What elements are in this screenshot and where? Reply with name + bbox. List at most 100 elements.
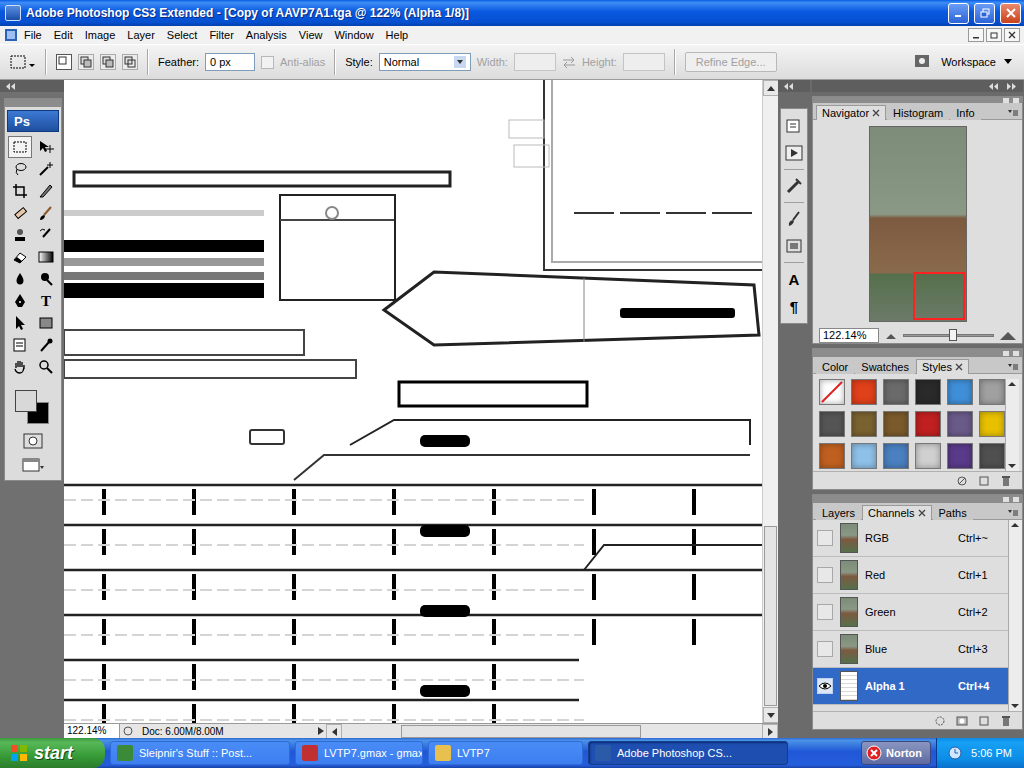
load-selection-icon[interactable] (934, 715, 946, 727)
panel-menu-icon[interactable] (1008, 363, 1018, 371)
visibility-toggle[interactable] (817, 678, 833, 694)
panel-tab[interactable]: Paths (933, 505, 973, 520)
paragraph-button[interactable]: ¶ (783, 295, 805, 317)
selection-mode-button[interactable] (78, 54, 94, 70)
menu-item[interactable]: File (18, 27, 48, 43)
selection-mode-button[interactable] (100, 54, 116, 70)
close-icon[interactable] (918, 509, 926, 517)
character-button[interactable]: A (783, 268, 805, 290)
dock-collapse-strip[interactable] (778, 80, 810, 92)
screen-mode-button[interactable] (22, 456, 44, 474)
move-tool[interactable] (34, 136, 58, 158)
view-box[interactable] (913, 272, 965, 320)
eraser-tool[interactable] (8, 246, 32, 268)
menu-item[interactable]: Layer (121, 27, 161, 43)
menu-item[interactable]: Select (161, 27, 204, 43)
close-icon[interactable] (872, 109, 880, 117)
channel-row[interactable]: Alpha 1Ctrl+4 (813, 668, 1008, 705)
brushes-button[interactable] (783, 208, 805, 230)
zoom-slider[interactable] (903, 334, 994, 337)
type-tool[interactable]: T (34, 290, 58, 312)
menu-item[interactable]: Filter (203, 27, 239, 43)
heal-tool[interactable] (8, 202, 32, 224)
save-selection-icon[interactable] (956, 715, 968, 727)
channel-row[interactable]: BlueCtrl+3 (813, 631, 1008, 668)
history-button[interactable] (783, 115, 805, 137)
new-style-icon[interactable] (978, 475, 990, 487)
channel-row[interactable]: RGBCtrl+~ (813, 520, 1008, 557)
style-swatch[interactable] (979, 379, 1005, 405)
close-button[interactable] (1013, 98, 1019, 103)
brush-tool[interactable] (34, 202, 58, 224)
style-swatch[interactable] (947, 443, 973, 469)
menu-item[interactable]: Window (328, 27, 379, 43)
close-button[interactable] (1013, 497, 1019, 502)
dodge-tool[interactable] (34, 268, 58, 290)
close-button[interactable] (1013, 351, 1019, 356)
taskbar-item[interactable]: LVTP7.gmax - gmax (295, 741, 423, 765)
menu-item[interactable]: View (293, 27, 329, 43)
channel-row[interactable]: GreenCtrl+2 (813, 594, 1008, 631)
style-swatch[interactable] (883, 411, 909, 437)
tool-presets-button[interactable] (783, 175, 805, 197)
restore-button[interactable] (974, 3, 995, 24)
style-swatch[interactable] (915, 379, 941, 405)
zoom-field[interactable]: 122.14% (64, 724, 120, 738)
zoom-tool[interactable] (34, 356, 58, 378)
scroll-up-button[interactable] (763, 80, 779, 96)
marquee-tool[interactable] (8, 136, 32, 158)
horizontal-scrollbar[interactable] (326, 724, 778, 739)
shape-tool[interactable] (34, 312, 58, 334)
canvas[interactable] (64, 80, 762, 723)
panel-header[interactable] (813, 495, 1022, 503)
quick-mask-button[interactable] (22, 432, 44, 450)
vertical-scrollbar[interactable] (762, 80, 778, 723)
panel-header[interactable] (813, 349, 1022, 357)
visibility-toggle[interactable] (817, 604, 833, 620)
styles-scrollbar[interactable] (1005, 379, 1019, 471)
style-swatch[interactable] (947, 379, 973, 405)
navigator-zoom[interactable]: 122.14% (819, 328, 879, 343)
minimize-button[interactable] (1003, 98, 1009, 103)
ps-logo[interactable]: Ps (7, 110, 59, 132)
minimize-button[interactable] (1003, 497, 1009, 502)
actions-button[interactable] (783, 142, 805, 164)
menu-item[interactable]: Edit (48, 27, 79, 43)
style-swatch[interactable] (883, 379, 909, 405)
norton-button[interactable]: Norton (861, 741, 931, 765)
wand-tool[interactable] (34, 158, 58, 180)
blur-tool[interactable] (8, 268, 32, 290)
navigator-preview[interactable] (869, 126, 967, 322)
style-swatch[interactable] (851, 443, 877, 469)
panel-menu-icon[interactable] (1008, 109, 1018, 117)
close-button[interactable] (1000, 3, 1021, 24)
panels-collapse-strip[interactable] (812, 80, 1023, 92)
panel-tab[interactable]: Histogram (887, 105, 949, 120)
visibility-toggle[interactable] (817, 641, 833, 657)
clock[interactable]: 5:06 PM (971, 747, 1012, 759)
lasso-tool[interactable] (8, 158, 32, 180)
style-swatch[interactable] (851, 379, 877, 405)
slider-thumb[interactable] (949, 329, 957, 341)
taskbar-item[interactable]: Sleipnir's Stuff :: Post... (110, 741, 290, 765)
scroll-down-button[interactable] (763, 707, 779, 723)
marquee-preset-icon[interactable] (8, 52, 36, 72)
style-swatch[interactable] (819, 411, 845, 437)
panel-menu[interactable] (1004, 363, 1022, 373)
panel-menu[interactable] (1004, 109, 1022, 119)
panel-tab[interactable]: Layers (816, 505, 861, 520)
status-menu-icon[interactable] (316, 726, 326, 736)
scroll-thumb[interactable] (764, 526, 777, 706)
minimize-button[interactable] (948, 3, 969, 24)
style-swatch[interactable] (979, 411, 1005, 437)
slice-tool[interactable] (34, 180, 58, 202)
pen-tool[interactable] (8, 290, 32, 312)
channels-scrollbar[interactable] (1008, 520, 1022, 711)
menu-item[interactable]: Image (79, 27, 122, 43)
taskbar-item[interactable]: Adobe Photoshop CS... (588, 741, 788, 765)
history-tool[interactable] (34, 224, 58, 246)
clear-style-icon[interactable] (956, 475, 968, 487)
panel-tab[interactable]: Info (950, 105, 980, 120)
workspace-menu[interactable]: Workspace (913, 53, 1016, 71)
panel-tab[interactable]: Styles (916, 359, 969, 374)
